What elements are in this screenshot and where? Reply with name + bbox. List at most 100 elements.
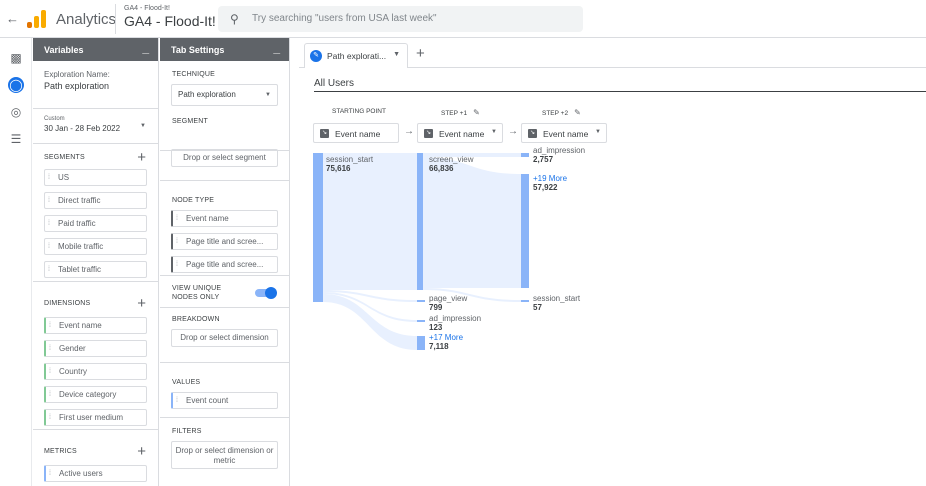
node-label: ad_impression — [429, 314, 482, 323]
toggle-knob — [265, 287, 277, 299]
node-type-section: NODE TYPE Event name Page title and scre… — [160, 181, 289, 276]
variables-title: Variables — [44, 45, 84, 55]
segments-section: SEGMENTS + US Direct traffic Paid traffi… — [33, 144, 158, 282]
analytics-logo — [27, 10, 47, 28]
dimension-chip[interactable]: Event name — [44, 317, 147, 334]
exploration-canvas: ✎ Path explorati... ▼ + All Users STARTI… — [299, 38, 926, 486]
date-custom-label: Custom — [44, 116, 65, 122]
caret-down-icon: ▼ — [140, 123, 146, 129]
segment-chip[interactable]: US — [44, 169, 147, 186]
exploration-name-label: Exploration Name: — [44, 70, 110, 79]
node-value: 123 — [429, 323, 443, 332]
flow-session-start-more — [323, 294, 417, 350]
add-dimension-icon[interactable]: + — [137, 295, 146, 312]
property-account: GA4 - Flood-It! — [124, 5, 170, 12]
metric-chip[interactable]: Active users — [44, 465, 147, 482]
node-ad-impression-step1 — [417, 320, 425, 322]
node-value: 57 — [533, 303, 542, 312]
date-range-section[interactable]: Custom 30 Jan - 28 Feb 2022 ▼ — [33, 109, 158, 144]
filters-section: FILTERS Drop or select dimension or metr… — [160, 418, 289, 469]
node-label: page_view — [429, 294, 468, 303]
sankey-diagram — [313, 153, 529, 350]
app-name: Analytics — [56, 11, 117, 28]
technique-select[interactable]: Path exploration ▼ — [171, 84, 278, 106]
left-nav-rail: ▩ ◯ ◎ ☰ — [0, 38, 32, 486]
list-icon[interactable]: ☰ — [8, 131, 24, 147]
more-nodes-link[interactable]: +19 More — [533, 174, 567, 183]
explore-icon[interactable]: ◯ — [8, 77, 24, 93]
dimension-chip[interactable]: First user medium — [44, 409, 147, 426]
arrow-left-icon[interactable]: ← — [6, 11, 19, 26]
node-more-step1 — [417, 336, 425, 350]
node-screen-view — [417, 153, 423, 290]
segment-label: SEGMENT — [172, 118, 209, 125]
property-selector[interactable]: GA4 - Flood-It! GA4 - Flood-It! — [115, 4, 216, 34]
flow-screen-view-more — [423, 157, 521, 288]
add-segment-icon[interactable]: + — [137, 149, 146, 166]
segment-chip[interactable]: Mobile traffic — [44, 238, 147, 255]
segment-chip[interactable]: Tablet traffic — [44, 261, 147, 278]
advertising-icon[interactable]: ◎ — [8, 104, 24, 120]
filters-dropzone[interactable]: Drop or select dimension or metric — [171, 441, 278, 469]
search-placeholder: Try searching "users from USA last week" — [252, 13, 437, 24]
node-session-start-step2 — [521, 300, 529, 302]
node-value: 7,118 — [429, 342, 449, 351]
node-value: 66,836 — [429, 164, 454, 173]
filters-label: FILTERS — [172, 428, 202, 435]
dimension-chip[interactable]: Device category — [44, 386, 147, 403]
dimension-chip[interactable]: Country — [44, 363, 147, 380]
segment-chip[interactable]: Paid traffic — [44, 215, 147, 232]
node-page-view — [417, 300, 425, 302]
tab-settings-header: Tab Settings _ — [160, 38, 289, 61]
values-chip[interactable]: Event count — [171, 392, 278, 409]
dimensions-section: DIMENSIONS + Event name Gender Country D… — [33, 282, 158, 430]
caret-down-icon: ▼ — [265, 92, 271, 98]
unique-nodes-toggle[interactable] — [255, 287, 277, 299]
breakdown-dropzone[interactable]: Drop or select dimension — [171, 329, 278, 347]
bar-chart-icon[interactable]: ▩ — [8, 50, 24, 66]
search-icon: ⚲ — [230, 12, 239, 26]
exploration-name-section: Exploration Name: Path exploration — [33, 61, 158, 109]
top-bar: ← Analytics GA4 - Flood-It! GA4 - Flood-… — [0, 0, 926, 38]
node-session-start — [313, 153, 323, 302]
node-type-chip[interactable]: Page title and scree... — [171, 256, 278, 273]
node-label: session_start — [326, 155, 374, 164]
node-type-chip[interactable]: Event name — [171, 210, 278, 227]
search-bar[interactable]: ⚲ Try searching "users from USA last wee… — [218, 6, 583, 32]
node-ad-impression-step2 — [521, 153, 529, 157]
tab-settings-title: Tab Settings — [171, 45, 225, 55]
node-label: session_start — [533, 294, 581, 303]
node-type-label: NODE TYPE — [172, 197, 215, 204]
variables-header: Variables _ — [33, 38, 158, 61]
node-value: 799 — [429, 303, 443, 312]
node-type-chip[interactable]: Page title and scree... — [171, 233, 278, 250]
node-value: 57,922 — [533, 183, 558, 192]
add-metric-icon[interactable]: + — [137, 443, 146, 460]
segment-chip[interactable]: Direct traffic — [44, 192, 147, 209]
minimize-icon[interactable]: _ — [142, 41, 149, 55]
breakdown-label: BREAKDOWN — [172, 316, 220, 323]
node-value: 75,616 — [326, 164, 351, 173]
values-label: VALUES — [172, 379, 201, 386]
segment-dropzone[interactable]: Drop or select segment — [171, 149, 278, 167]
unique-nodes-section: VIEW UNIQUE NODES ONLY — [160, 276, 289, 308]
dimension-chip[interactable]: Gender — [44, 340, 147, 357]
node-label: screen_view — [429, 155, 474, 164]
variables-panel: Variables _ Exploration Name: Path explo… — [33, 38, 159, 486]
date-range-value: 30 Jan - 28 Feb 2022 — [44, 124, 121, 133]
minimize-icon[interactable]: _ — [273, 41, 280, 55]
exploration-name-input[interactable]: Path exploration — [44, 81, 147, 91]
node-value: 2,757 — [533, 155, 554, 164]
unique-nodes-label: VIEW UNIQUE NODES ONLY — [172, 285, 222, 301]
tab-settings-panel: Tab Settings _ TECHNIQUE Path exploratio… — [160, 38, 290, 486]
flow-session-start-screen-view — [323, 153, 417, 290]
technique-label: TECHNIQUE — [172, 71, 216, 78]
technique-section: TECHNIQUE Path exploration ▼ SEGMENT — [160, 61, 289, 151]
node-more-step2 — [521, 174, 529, 288]
technique-value: Path exploration — [178, 90, 236, 99]
node-label: ad_impression — [533, 146, 586, 155]
segment-drop-section: Drop or select segment — [160, 149, 289, 181]
metrics-section: METRICS + Active users — [33, 430, 158, 486]
more-nodes-link[interactable]: +17 More — [429, 333, 463, 342]
breakdown-section: BREAKDOWN Drop or select dimension — [160, 308, 289, 363]
